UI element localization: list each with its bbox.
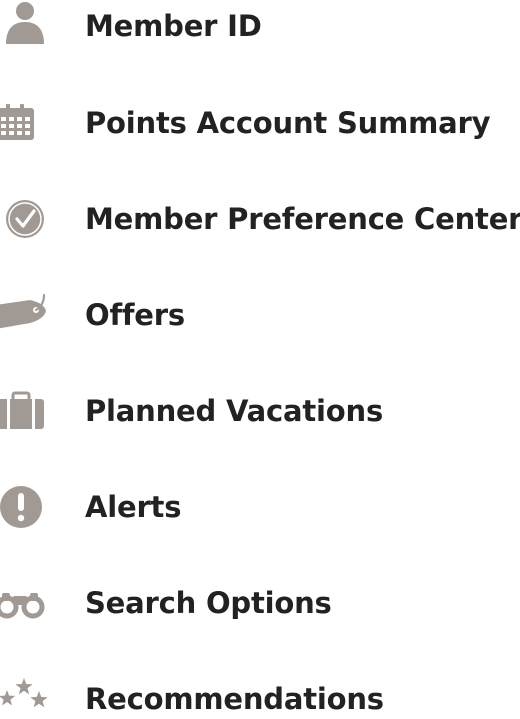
menu-item-label: Member Preference Center (85, 202, 520, 236)
menu-item-points-account-summary[interactable]: Points Account Summary (0, 75, 520, 171)
checkmark-circle-icon (0, 171, 70, 267)
menu-item-label: Planned Vacations (85, 394, 383, 428)
menu-item-alerts[interactable]: Alerts (0, 459, 520, 555)
stars-icon (0, 651, 70, 719)
menu-item-label: Member ID (85, 9, 262, 43)
calendar-icon (0, 75, 70, 171)
account-menu: Member ID Points Account Summary Member … (0, 0, 520, 719)
menu-item-planned-vacations[interactable]: Planned Vacations (0, 363, 520, 459)
menu-item-label: Points Account Summary (85, 106, 491, 140)
person-icon (0, 0, 70, 74)
tag-icon (0, 267, 70, 363)
menu-item-label: Alerts (85, 490, 182, 524)
menu-item-label: Recommendations (85, 682, 384, 716)
suitcase-icon (0, 363, 70, 459)
menu-item-member-preference-center[interactable]: Member Preference Center (0, 171, 520, 267)
menu-item-label: Search Options (85, 586, 332, 620)
exclamation-icon (0, 459, 70, 555)
menu-item-offers[interactable]: Offers (0, 267, 520, 363)
menu-item-search-options[interactable]: Search Options (0, 555, 520, 651)
menu-item-label: Offers (85, 298, 185, 332)
menu-item-member-id[interactable]: Member ID (0, 0, 520, 74)
menu-item-recommendations[interactable]: Recommendations (0, 651, 520, 719)
binoculars-icon (0, 555, 70, 651)
